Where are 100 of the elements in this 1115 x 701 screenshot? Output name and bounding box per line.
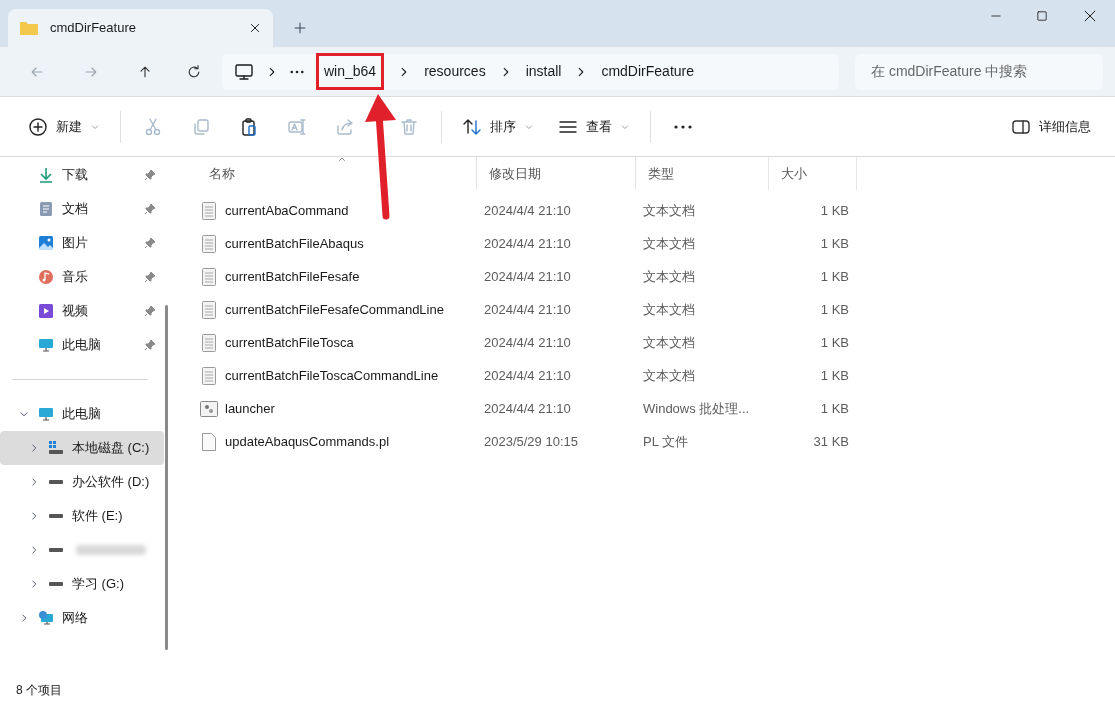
sort-arrows-icon: [462, 116, 482, 137]
view-button[interactable]: 查看: [546, 108, 642, 145]
tree-item[interactable]: 此电脑: [0, 397, 164, 431]
quick-access-item[interactable]: 文档: [0, 192, 172, 226]
picture-icon: [38, 235, 54, 251]
quick-access-label: 下载: [62, 166, 89, 185]
search-input[interactable]: 在 cmdDirFeature 中搜索: [871, 61, 1087, 82]
tree-label: 办公软件 (D:): [72, 473, 150, 492]
breadcrumb-item[interactable]: install: [525, 61, 562, 82]
file-row[interactable]: updateAbaqusCommands.pl 2023/5/29 10:15 PL 文件 31 KB: [197, 425, 1115, 458]
table-cell-text: 31 KB: [812, 432, 850, 451]
new-button[interactable]: 新建: [16, 108, 112, 145]
table-cell-text: 2024/4/4 21:10: [483, 366, 572, 385]
file-name: currentBatchFileAbaqus: [225, 234, 364, 253]
quick-access-label: 此电脑: [62, 336, 102, 355]
quick-access-label: 图片: [62, 234, 89, 253]
plus-icon[interactable]: [293, 21, 307, 35]
text-file-icon: [202, 333, 216, 352]
text-file-icon: [202, 267, 216, 286]
column-header[interactable]: 修改日期: [477, 157, 636, 190]
network-icon: [38, 610, 54, 626]
quick-access-label: 音乐: [62, 268, 89, 287]
copy-icon: [191, 116, 211, 137]
file-row[interactable]: currentAbaCommand 2024/4/4 21:10 文本文档 1 KB: [197, 194, 1115, 227]
monitor-icon: [38, 406, 54, 422]
tree-item[interactable]: 软件 (E:): [0, 499, 164, 533]
file-row[interactable]: currentBatchFileToscaCommandLine 2024/4/4 21:10 文本文档 1 KB: [197, 359, 1115, 392]
details-button[interactable]: 详细信息: [1011, 108, 1091, 145]
table-cell-text: PL 文件: [642, 432, 690, 451]
music-icon: [38, 269, 54, 285]
file-name: currentAbaCommand: [225, 201, 349, 220]
table-cell-text: 2024/4/4 21:10: [483, 267, 572, 286]
more-icon: [673, 123, 693, 130]
download-icon: [38, 167, 54, 183]
tree-label: 学习 (G:): [72, 575, 124, 594]
text-file-icon: [202, 201, 216, 220]
file-row[interactable]: currentBatchFileTosca 2024/4/4 21:10 文本文档 1 KB: [197, 326, 1115, 359]
column-header[interactable]: 大小: [769, 157, 857, 190]
search-field[interactable]: 在 cmdDirFeature 中搜索: [855, 53, 1103, 90]
rename-icon: [287, 116, 307, 137]
ellipsis-icon[interactable]: [290, 69, 304, 74]
sort-button[interactable]: 排序: [450, 108, 546, 145]
tree-item[interactable]: 办公软件 (D:): [0, 465, 164, 499]
file-row[interactable]: currentBatchFileFesafeCommandLine 2024/4/4 21:10 文本文档 1 KB: [197, 293, 1115, 326]
folder-icon: [20, 21, 38, 35]
monitor-icon: [38, 337, 54, 353]
file-name: currentBatchFileTosca: [225, 333, 354, 352]
table-cell-text: 2023/5/29 10:15: [483, 432, 579, 451]
tree-item[interactable]: 本地磁盘 (C:): [0, 431, 164, 465]
scissors-icon: [143, 116, 163, 137]
address-bar[interactable]: win_b64 resources install cmdDirFeature: [222, 53, 839, 90]
column-header[interactable]: 名称: [197, 157, 477, 190]
table-cell-text: Windows 批处理...: [642, 399, 751, 418]
table-cell-text: 2024/4/4 21:10: [483, 300, 572, 319]
column-header[interactable]: 类型: [636, 157, 769, 190]
file-name: currentBatchFileFesafeCommandLine: [225, 300, 444, 319]
maximize-icon: [1036, 10, 1048, 22]
table-cell-text: 1 KB: [819, 300, 850, 319]
table-cell-text: 文本文档: [642, 267, 696, 286]
breadcrumb-item[interactable]: resources: [424, 61, 486, 82]
breadcrumb-item[interactable]: cmdDirFeature: [601, 61, 694, 82]
tree-item[interactable]: 学习 (G:): [0, 567, 164, 601]
quick-access-item[interactable]: 下载: [0, 158, 172, 192]
table-cell-text: 1 KB: [819, 267, 850, 286]
table-cell-text: 2024/4/4 21:10: [483, 333, 572, 352]
close-icon[interactable]: [249, 22, 261, 34]
quick-access-item[interactable]: 此电脑: [0, 328, 172, 362]
table-cell-text: 文本文档: [642, 201, 696, 220]
system-drive-icon: [48, 440, 64, 456]
blurred-label: [76, 545, 146, 555]
tree-item[interactable]: 网络: [0, 601, 164, 635]
quick-access-item[interactable]: 图片: [0, 226, 172, 260]
table-cell-text: 2024/4/4 21:10: [483, 234, 572, 253]
text-file-icon: [202, 366, 216, 385]
trash-icon: [399, 116, 419, 137]
tree-label: 软件 (E:): [72, 507, 123, 526]
table-cell-text: 文本文档: [642, 333, 696, 352]
tab[interactable]: cmdDirFeature: [8, 9, 273, 47]
gear-file-icon: [200, 400, 218, 417]
scrollbar[interactable]: [165, 305, 168, 650]
table-cell-text: 文本文档: [642, 366, 696, 385]
table-cell-text: 2024/4/4 21:10: [483, 399, 572, 418]
table-cell-text: 文本文档: [642, 234, 696, 253]
text-file-icon: [202, 300, 216, 319]
video-icon: [38, 303, 54, 319]
quick-access-item[interactable]: 视频: [0, 294, 172, 328]
file-name: currentBatchFileFesafe: [225, 267, 360, 286]
tree-label: 网络: [62, 609, 88, 628]
file-row[interactable]: currentBatchFileAbaqus 2024/4/4 21:10 文本文档 1 KB: [197, 227, 1115, 260]
table-cell-text: 1 KB: [819, 399, 850, 418]
text-file-icon: [202, 234, 216, 253]
tree-label: 本地磁盘 (C:): [72, 439, 150, 458]
table-cell-text: 2024/4/4 21:10: [483, 201, 572, 220]
table-cell-text: 1 KB: [819, 201, 850, 220]
status-text: 8 个项目: [16, 682, 62, 699]
quick-access-item[interactable]: 音乐: [0, 260, 172, 294]
file-row[interactable]: launcher 2024/4/4 21:10 Windows 批处理... 1 KB: [197, 392, 1115, 425]
breadcrumb-item[interactable]: win_b64: [316, 53, 385, 90]
tab-title: cmdDirFeature: [50, 19, 137, 38]
file-row[interactable]: currentBatchFileFesafe 2024/4/4 21:10 文本文档 1 KB: [197, 260, 1115, 293]
